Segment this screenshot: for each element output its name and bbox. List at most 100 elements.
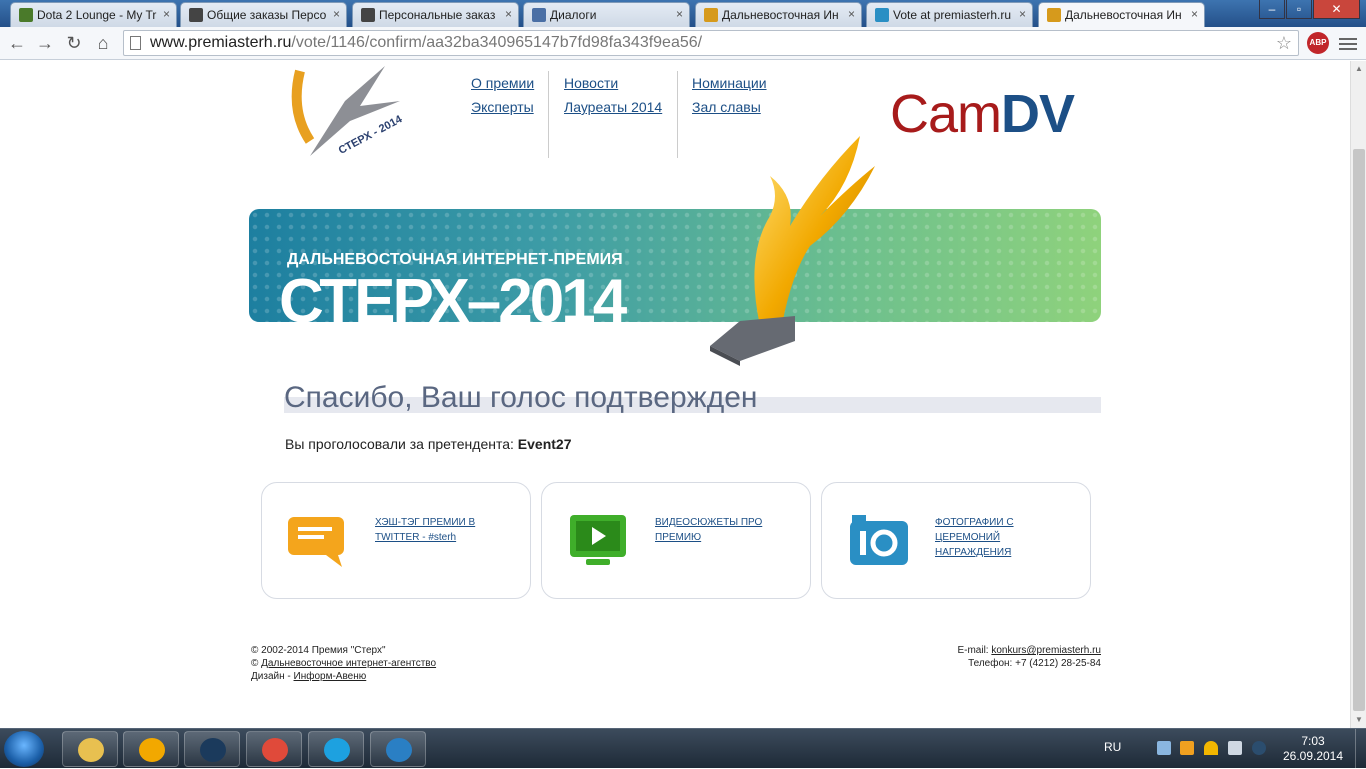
vertical-scrollbar[interactable]: ▲ ▼: [1350, 61, 1366, 728]
footer-phone: Телефон: +7 (4212) 28-25-84: [968, 658, 1101, 669]
a-letter-icon: [361, 8, 375, 22]
nav-column-1: О премии Эксперты: [457, 71, 534, 119]
tab-title: Дальневосточная Ин: [1065, 8, 1182, 22]
browser-tab[interactable]: Общие заказы Персо ×: [180, 2, 347, 27]
tab-close-icon[interactable]: ×: [676, 7, 683, 21]
tab-title: Дальневосточная Ин: [722, 8, 839, 22]
camdv-cam: Cam: [890, 84, 1002, 144]
page-icon: [130, 36, 141, 50]
browser-tab[interactable]: Дальневосточная Ин ×: [695, 2, 862, 27]
vote-summary: Вы проголосовали за претендента: Event27: [285, 436, 572, 452]
card-photos[interactable]: ФОТОГРАФИИ С ЦЕРЕМОНИЙ НАГРАЖДЕНИЯ: [821, 482, 1091, 599]
chrome-menu-button[interactable]: [1339, 35, 1357, 51]
nav-link-news[interactable]: Новости: [564, 71, 662, 95]
footer-agency-prefix: ©: [251, 658, 259, 669]
taskbar-app-aimp[interactable]: [123, 731, 179, 767]
nav-link-experts[interactable]: Эксперты: [471, 95, 534, 119]
steam-tray-icon[interactable]: [1252, 741, 1266, 755]
skype-icon: [324, 738, 350, 762]
browser-tab[interactable]: Vote at premiasterh.ru ×: [866, 2, 1033, 27]
browser-tab[interactable]: Dota 2 Lounge - My Tr ×: [10, 2, 177, 27]
card-link-twitter[interactable]: ХЭШ-ТЭГ ПРЕМИИ В TWITTER - #sterh: [375, 515, 505, 545]
nav-link-laureates[interactable]: Лауреаты 2014: [564, 95, 662, 119]
tab-title: Персональные заказ: [379, 8, 496, 22]
adblock-plus-icon[interactable]: ABP: [1307, 32, 1329, 54]
aimp-icon: [139, 738, 165, 762]
nav-link-nominations[interactable]: Номинации: [692, 71, 767, 95]
video-monitor-icon: [570, 515, 626, 565]
sterh-logo[interactable]: СТЕРХ - 2014: [290, 61, 420, 161]
vote-nominee: Event27: [517, 436, 572, 452]
language-indicator[interactable]: RU: [1104, 740, 1121, 754]
maximize-button[interactable]: ▫: [1286, 0, 1312, 19]
tab-close-icon[interactable]: ×: [1019, 7, 1026, 21]
bookmark-star-icon[interactable]: ☆: [1276, 31, 1292, 55]
address-bar[interactable]: www.premiasterh.ru/vote/1146/confirm/aa3…: [123, 30, 1299, 56]
taskbar-app-explorer[interactable]: [62, 731, 118, 767]
abp-badge-label: ABP: [1309, 38, 1327, 47]
nav-divider: [548, 71, 549, 158]
taskbar-app-steam[interactable]: [184, 731, 240, 767]
footer-email-link[interactable]: konkurs@premiasterh.ru: [991, 645, 1101, 656]
taskbar-app-skype[interactable]: [308, 731, 364, 767]
minimize-button[interactable]: –: [1259, 0, 1285, 19]
nav-link-hall-of-fame[interactable]: Зал славы: [692, 95, 767, 119]
sterh-icon: [1047, 8, 1061, 22]
dota-lounge-icon: [19, 8, 33, 22]
footer-right: E-mail: konkurs@premiasterh.ru Телефон: …: [870, 644, 1101, 670]
tab-title: Диалоги: [550, 8, 597, 22]
card-link-videos[interactable]: ВИДЕОСЮЖЕТЫ ПРО ПРЕМИЮ: [655, 515, 785, 545]
steam-icon: [200, 738, 226, 762]
close-window-button[interactable]: ✕: [1313, 0, 1360, 19]
card-link-photos[interactable]: ФОТОГРАФИИ С ЦЕРЕМОНИЙ НАГРАЖДЕНИЯ: [935, 515, 1065, 560]
card-twitter[interactable]: ХЭШ-ТЭГ ПРЕМИИ В TWITTER - #sterh: [261, 482, 531, 599]
clock-date: 26.09.2014: [1282, 749, 1344, 763]
taskbar-app-kvirc[interactable]: [370, 731, 426, 767]
reload-button[interactable]: ↻: [63, 32, 85, 54]
footer-copyright: © 2002-2014 Премия "Стерх": [251, 645, 386, 656]
tray-app-icon[interactable]: [1180, 741, 1194, 755]
taskbar-app-chrome[interactable]: [246, 731, 302, 767]
footer-agency-link[interactable]: Дальневосточное интернет-агентство: [261, 658, 436, 669]
nav-link-about[interactable]: О премии: [471, 71, 534, 95]
browser-tab[interactable]: Персональные заказ ×: [352, 2, 519, 27]
tab-close-icon[interactable]: ×: [163, 7, 170, 21]
a-letter-icon: [189, 8, 203, 22]
tab-close-icon[interactable]: ×: [848, 7, 855, 21]
tray-network-adapter-icon[interactable]: [1157, 741, 1171, 755]
card-videos[interactable]: ВИДЕОСЮЖЕТЫ ПРО ПРЕМИЮ: [541, 482, 811, 599]
scroll-up-arrow[interactable]: ▲: [1351, 61, 1366, 77]
page-viewport: СТЕРХ - 2014 О премии Эксперты Новости Л…: [0, 61, 1350, 728]
wifi-icon[interactable]: [1204, 741, 1218, 755]
nav-column-2: Новости Лауреаты 2014: [550, 71, 662, 119]
kvirc-icon: [386, 738, 412, 762]
scroll-thumb[interactable]: [1353, 149, 1365, 711]
volume-icon[interactable]: [1228, 741, 1242, 755]
chrome-icon: [262, 738, 288, 762]
browser-toolbar: ← → ↻ ⌂ www.premiasterh.ru/vote/1146/con…: [0, 27, 1366, 60]
forward-button[interactable]: →: [34, 32, 56, 54]
tab-close-icon[interactable]: ×: [1191, 7, 1198, 21]
explorer-icon: [78, 738, 104, 762]
url-path: /vote/1146/confirm/aa32ba340965147b7fd98…: [291, 34, 703, 51]
system-clock[interactable]: 7:03 26.09.2014: [1278, 734, 1348, 764]
home-button[interactable]: ⌂: [92, 32, 114, 54]
tab-close-icon[interactable]: ×: [505, 7, 512, 21]
footer-design-link[interactable]: Информ-Авеню: [294, 671, 367, 682]
back-button[interactable]: ←: [6, 32, 28, 54]
camdv-logo[interactable]: CamDV: [890, 83, 1075, 145]
start-button[interactable]: [4, 731, 44, 767]
trophy-icon: [710, 136, 875, 366]
vote-icon: [875, 8, 889, 22]
hero-banner: ДАЛЬНЕВОСТОЧНАЯ ИНТЕРНЕТ-ПРЕМИЯ СТЕРХ–20…: [249, 209, 1101, 322]
browser-tab[interactable]: Дальневосточная Ин ×: [1038, 2, 1205, 28]
browser-tab[interactable]: Диалоги ×: [523, 2, 690, 27]
camdv-dv: DV: [1001, 84, 1075, 144]
nav-column-3: Номинации Зал славы: [678, 71, 767, 119]
tab-close-icon[interactable]: ×: [333, 7, 340, 21]
sterh-icon: [704, 8, 718, 22]
footer-design-prefix: Дизайн -: [251, 671, 291, 682]
show-desktop-button[interactable]: [1355, 729, 1366, 769]
url-host: www.premiasterh.ru: [150, 34, 292, 51]
scroll-down-arrow[interactable]: ▼: [1351, 712, 1366, 728]
